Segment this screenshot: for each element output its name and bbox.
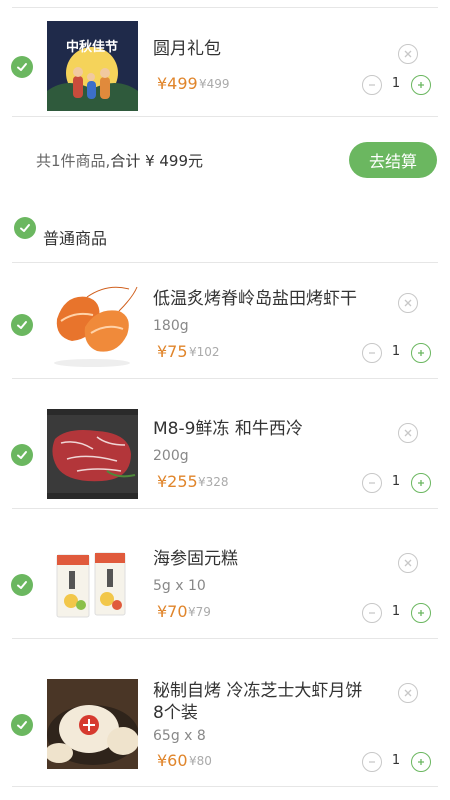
- gift-old-price: ¥499: [199, 77, 230, 91]
- check-icon[interactable]: [11, 444, 33, 466]
- check-icon[interactable]: [11, 574, 33, 596]
- divider: [12, 116, 438, 117]
- item-qty[interactable]: 1: [390, 753, 402, 768]
- check-icon[interactable]: [11, 714, 33, 736]
- item-image-shrimp[interactable]: [47, 279, 138, 369]
- item-spec: 65g x 8: [153, 728, 206, 744]
- minus-icon[interactable]: [362, 75, 382, 95]
- item-image-sea-cucumber-cake[interactable]: [47, 539, 138, 629]
- check-icon[interactable]: [11, 56, 33, 78]
- item-old-price: ¥328: [198, 475, 229, 489]
- gift-summary: 共1件商品,合计 ¥ 499元: [36, 150, 203, 171]
- plus-icon[interactable]: [411, 603, 431, 623]
- minus-icon[interactable]: [362, 343, 382, 363]
- gift-banner-text: 中秋佳节: [66, 39, 118, 55]
- item-spec: 5g x 10: [153, 578, 206, 594]
- divider: [12, 638, 438, 639]
- close-icon[interactable]: [398, 553, 418, 573]
- minus-icon[interactable]: [362, 603, 382, 623]
- summary-total: 合计 ¥ 499元: [110, 152, 204, 170]
- item-title-line2[interactable]: 8个装: [153, 702, 198, 724]
- item-price: ¥255: [157, 472, 198, 491]
- gift-price: ¥499: [157, 74, 198, 93]
- item-qty[interactable]: 1: [390, 344, 402, 359]
- item-old-price: ¥80: [189, 754, 212, 768]
- gift-title[interactable]: 圆月礼包: [153, 38, 221, 60]
- divider: [12, 378, 438, 379]
- item-title[interactable]: 低温炙烤脊岭岛盐田烤虾干: [153, 288, 357, 310]
- item-spec: 180g: [153, 318, 189, 334]
- checkout-button[interactable]: 去结算: [349, 142, 437, 178]
- close-icon[interactable]: [398, 44, 418, 64]
- item-price: ¥70: [157, 602, 188, 621]
- item-qty[interactable]: 1: [390, 474, 402, 489]
- gift-image[interactable]: 中秋佳节: [47, 21, 138, 111]
- item-price: ¥75: [157, 342, 188, 361]
- divider: [12, 7, 438, 8]
- item-old-price: ¥102: [189, 345, 220, 359]
- item-spec: 200g: [153, 448, 189, 464]
- divider: [12, 262, 438, 263]
- item-old-price: ¥79: [188, 605, 211, 619]
- plus-icon[interactable]: [411, 343, 431, 363]
- summary-count: 共1件商品,: [36, 152, 111, 170]
- check-icon[interactable]: [14, 217, 36, 239]
- close-icon[interactable]: [398, 423, 418, 443]
- close-icon[interactable]: [398, 293, 418, 313]
- plus-icon[interactable]: [411, 752, 431, 772]
- item-title[interactable]: 秘制自烤 冷冻芝士大虾月饼: [153, 680, 362, 702]
- item-image-wagyu[interactable]: [47, 409, 138, 499]
- close-icon[interactable]: [398, 683, 418, 703]
- item-price: ¥60: [157, 751, 188, 770]
- divider: [12, 508, 438, 509]
- divider: [12, 786, 438, 787]
- item-qty[interactable]: 1: [390, 604, 402, 619]
- gift-qty[interactable]: 1: [390, 76, 402, 91]
- plus-icon[interactable]: [411, 75, 431, 95]
- item-title[interactable]: M8-9鲜冻 和牛西冷: [153, 418, 303, 440]
- check-icon[interactable]: [11, 314, 33, 336]
- minus-icon[interactable]: [362, 752, 382, 772]
- minus-icon[interactable]: [362, 473, 382, 493]
- item-image-mooncake[interactable]: [47, 679, 138, 769]
- plus-icon[interactable]: [411, 473, 431, 493]
- section-label: 普通商品: [43, 229, 108, 248]
- item-title[interactable]: 海参固元糕: [153, 548, 238, 570]
